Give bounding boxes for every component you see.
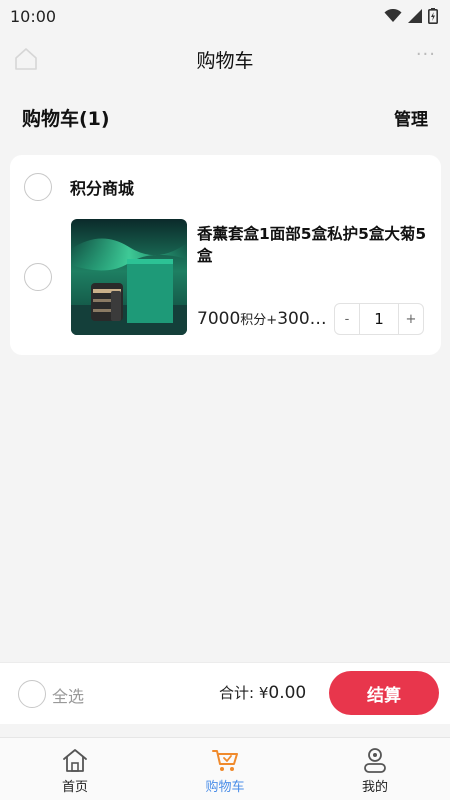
select-all-radio[interactable] — [18, 680, 46, 708]
battery-icon — [428, 8, 438, 24]
tab-home[interactable]: 首页 — [0, 738, 150, 800]
store-select-radio[interactable] — [24, 173, 52, 201]
store-name: 积分商城 — [70, 179, 135, 198]
status-time: 10:00 — [10, 6, 57, 26]
price-points: 7000 — [197, 309, 241, 329]
select-all-label[interactable]: 全选 — [52, 683, 84, 707]
total-price: 合计: ¥0.00 — [219, 682, 306, 703]
tab-profile-label: 我的 — [361, 780, 388, 795]
total-amount: 0.00 — [268, 683, 307, 703]
product-title[interactable]: 香薰套盒1面部5盒私护5盒大菊5盒 — [197, 223, 433, 267]
product-image[interactable] — [71, 219, 187, 335]
page-title: 购物车 — [196, 49, 254, 72]
quantity-value[interactable]: 1 — [359, 304, 399, 334]
manage-button[interactable]: 管理 — [394, 105, 428, 130]
cart-icon — [212, 750, 238, 771]
more-icon[interactable]: ··· — [416, 44, 436, 65]
checkout-button[interactable]: 结算 — [329, 671, 439, 715]
status-icons — [384, 8, 438, 24]
nav-bar: 购物车 ··· — [0, 32, 450, 86]
cart-header: 购物车(1) 管理 — [0, 92, 450, 142]
wifi-icon — [384, 9, 402, 22]
increment-button[interactable]: + — [399, 312, 423, 327]
product-image-art — [71, 219, 187, 335]
price-cash: 3000.00 — [277, 309, 333, 329]
tab-cart[interactable]: 购物车 — [150, 738, 300, 800]
user-icon — [364, 748, 386, 773]
currency-symbol: ¥ — [258, 684, 269, 702]
price-plus: + — [266, 313, 278, 328]
total-label: 合计: — [219, 684, 255, 702]
status-bar: 10:00 — [0, 0, 450, 32]
product-price: 7000积分+3000.00 — [197, 309, 333, 329]
home-outline-icon[interactable] — [12, 45, 40, 73]
tab-home-label: 首页 — [61, 780, 88, 795]
store-card: 积分商城 香薰套盒1面部5盒私护5盒大菊5盒 7000积分+3000. - 1 … — [10, 155, 441, 355]
tab-cart-label: 购物车 — [205, 780, 245, 795]
decrement-button[interactable]: - — [335, 312, 359, 327]
points-unit: 积分 — [240, 313, 267, 328]
checkout-bar: 全选 合计: ¥0.00 结算 — [0, 662, 450, 724]
item-select-radio[interactable] — [24, 263, 52, 291]
quantity-stepper: - 1 + — [334, 303, 424, 335]
signal-icon — [408, 9, 422, 23]
tab-profile[interactable]: 我的 — [300, 738, 450, 800]
tab-bar: 首页 购物车 我的 — [0, 737, 450, 800]
home-icon — [63, 749, 87, 772]
cart-count-title: 购物车(1) — [22, 107, 110, 130]
